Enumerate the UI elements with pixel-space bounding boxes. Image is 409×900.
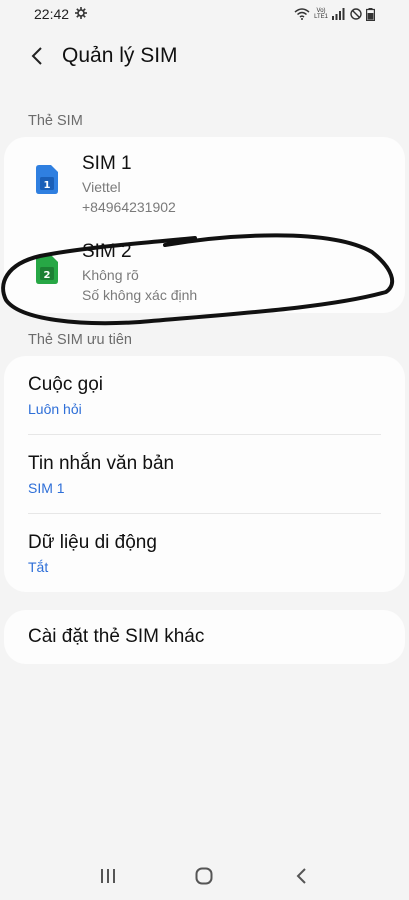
sim-1-item[interactable]: 1 SIM 1 Viettel +84964231902 <box>4 143 405 227</box>
sim-2-item[interactable]: 2 SIM 2 Không rõ Số không xác định <box>4 229 405 313</box>
mobile-data-value: Tắt <box>28 559 49 575</box>
gear-icon <box>75 6 88 22</box>
status-time: 22:42 <box>34 6 70 22</box>
lte-label: LTE1 <box>314 14 328 20</box>
other-sim-settings-item[interactable]: Cài đặt thẻ SIM khác <box>4 610 405 664</box>
back-nav-button[interactable] <box>281 856 321 896</box>
sim-1-name: SIM 1 <box>82 153 132 174</box>
status-left: 22:42 <box>34 6 88 22</box>
messages-preference-item[interactable]: Tin nhắn văn bản SIM 1 <box>4 435 405 515</box>
page-title: Quản lý SIM <box>62 44 178 67</box>
status-right: Vo) LTE1 <box>294 7 375 21</box>
status-bar: 22:42 Vo) LTE1 <box>0 0 409 28</box>
sim-2-badge: 2 <box>44 270 51 281</box>
other-sim-settings-title: Cài đặt thẻ SIM khác <box>28 626 205 647</box>
sim-2-carrier: Không rõ <box>82 267 139 283</box>
sim-2-name: SIM 2 <box>82 241 132 262</box>
screen: 22:42 Vo) LTE1 Quản lý SIM Thẻ SIM 1 SIM… <box>0 0 409 900</box>
sim-card-icon: 1 <box>36 165 58 194</box>
mobile-data-preference-item[interactable]: Dữ liệu di động Tắt <box>4 514 405 594</box>
preferred-sim-list: Cuộc gọi Luôn hỏi Tin nhắn văn bản SIM 1… <box>4 356 405 592</box>
home-button[interactable] <box>184 856 224 896</box>
sim-1-number: +84964231902 <box>82 199 176 215</box>
recent-apps-icon <box>101 869 116 883</box>
network-type-label: Vo) LTE1 <box>314 8 328 20</box>
calls-value: Luôn hỏi <box>28 401 82 417</box>
sim-2-number: Số không xác định <box>82 287 198 303</box>
wifi-icon <box>294 8 310 20</box>
back-button[interactable] <box>26 45 48 67</box>
sim-card-list: 1 SIM 1 Viettel +84964231902 2 SIM 2 Khô… <box>4 137 405 313</box>
calls-title: Cuộc gọi <box>28 374 103 395</box>
signal-icon <box>332 8 346 20</box>
sim-1-badge: 1 <box>44 180 51 191</box>
battery-icon <box>366 7 375 21</box>
preferred-section-header: Thẻ SIM ưu tiên <box>28 332 132 348</box>
back-arrow-icon <box>296 868 306 884</box>
sim-1-carrier: Viettel <box>82 179 121 195</box>
recent-apps-button[interactable] <box>88 856 128 896</box>
sim-card-icon: 2 <box>36 255 58 284</box>
messages-value: SIM 1 <box>28 480 65 496</box>
home-icon <box>195 867 213 885</box>
app-bar: Quản lý SIM <box>0 34 409 78</box>
messages-title: Tin nhắn văn bản <box>28 453 175 474</box>
navigation-bar <box>0 852 409 900</box>
do-not-disturb-icon <box>350 8 362 20</box>
calls-preference-item[interactable]: Cuộc gọi Luôn hỏi <box>4 356 405 436</box>
chevron-left-icon <box>31 47 42 65</box>
sim-section-header: Thẻ SIM <box>28 113 83 129</box>
mobile-data-title: Dữ liệu di động <box>28 532 157 553</box>
